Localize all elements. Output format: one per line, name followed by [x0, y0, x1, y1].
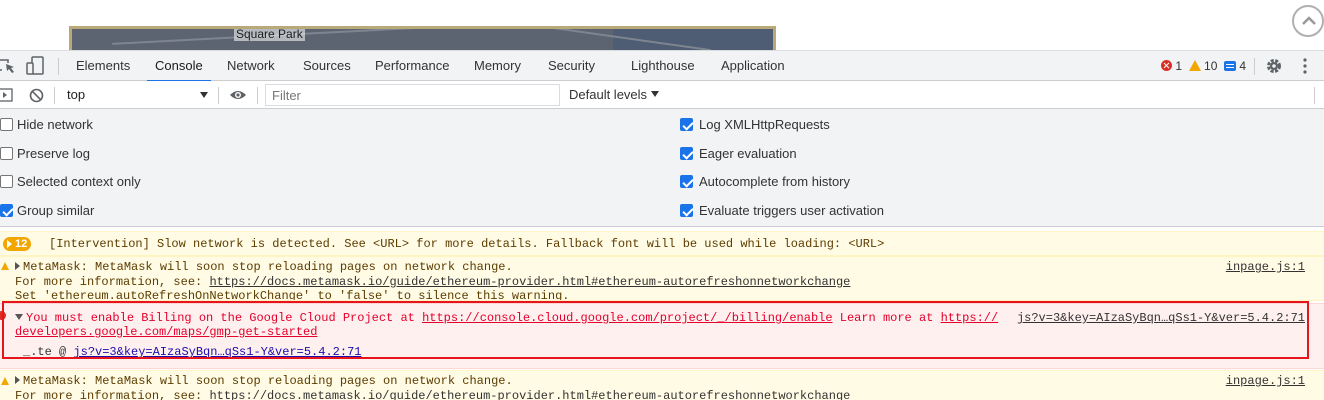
learn-more-link[interactable]: https://: [941, 311, 999, 325]
expand-triangle-icon[interactable]: [15, 376, 20, 384]
console-message-warning[interactable]: MetaMask: MetaMask will soon stop reload…: [0, 370, 1324, 400]
error-icon: [1161, 60, 1172, 71]
sidebar-toggle-icon[interactable]: [0, 88, 14, 102]
source-link[interactable]: inpage.js:1: [1226, 260, 1305, 274]
divider: [1314, 87, 1315, 104]
message-line-middle: Learn more at: [832, 311, 941, 325]
error-icon: [0, 311, 6, 320]
tab-network[interactable]: Network: [227, 51, 275, 81]
evaluate-triggers-checkbox[interactable]: [680, 204, 693, 217]
page-viewport: Square Park: [0, 0, 1324, 50]
context-select[interactable]: top: [67, 81, 212, 109]
preserve-log-checkbox[interactable]: [0, 147, 13, 160]
warning-icon: [1, 262, 9, 270]
message-text: [Intervention] Slow network is detected.…: [49, 237, 885, 251]
scroll-to-top-button[interactable]: [1292, 5, 1324, 37]
device-toolbar-icon[interactable]: [24, 56, 46, 76]
message-line: developers.google.com/maps/gmp-get-start…: [15, 325, 317, 339]
divider: [58, 58, 59, 75]
autocomplete-from-history-label: Autocomplete from history: [699, 174, 851, 189]
context-select-value: top: [67, 87, 86, 102]
info-count: 4: [1239, 59, 1247, 73]
divider: [218, 87, 219, 104]
issue-counters[interactable]: 1 10 4: [1161, 51, 1246, 81]
log-levels-dropdown[interactable]: Default levels: [569, 81, 659, 109]
tab-performance[interactable]: Performance: [375, 51, 449, 81]
eye-icon[interactable]: [229, 89, 247, 101]
tab-console[interactable]: Console: [147, 51, 211, 82]
group-similar-label: Group similar: [17, 203, 95, 218]
hide-network-label: Hide network: [17, 117, 93, 132]
tab-lighthouse[interactable]: Lighthouse: [631, 51, 695, 81]
console-settings-pane: Hide network Preserve log Selected conte…: [0, 109, 1324, 227]
divider: [1254, 58, 1255, 75]
hide-network-checkbox[interactable]: [0, 118, 13, 131]
warning-icon: [1, 377, 9, 385]
console-message-intervention[interactable]: 12 [Intervention] Slow network is detect…: [0, 231, 1324, 256]
log-xmlhttprequests-label: Log XMLHttpRequests: [699, 117, 830, 132]
tab-sources[interactable]: Sources: [303, 51, 351, 81]
group-similar-checkbox[interactable]: [0, 204, 13, 217]
message-text[interactable]: MetaMask: MetaMask will soon stop reload…: [15, 260, 513, 274]
console-message-warning[interactable]: MetaMask: MetaMask will soon stop reload…: [0, 256, 1324, 301]
divider: [257, 87, 258, 104]
info-icon: [1224, 61, 1237, 71]
tab-memory[interactable]: Memory: [474, 51, 521, 81]
message-line: MetaMask: MetaMask will soon stop reload…: [23, 374, 513, 388]
selected-context-only-label: Selected context only: [17, 174, 141, 189]
console-message-error[interactable]: You must enable Billing on the Google Cl…: [0, 303, 1324, 369]
message-line: MetaMask: MetaMask will soon stop reload…: [23, 260, 513, 274]
map-label: Square Park: [234, 27, 305, 41]
warning-icon: [1188, 60, 1201, 71]
message-line: Set 'ethereum.autoRefreshOnNetworkChange…: [15, 289, 570, 300]
map-embed[interactable]: Square Park: [69, 26, 776, 50]
message-line: For more information, see: https://docs.…: [15, 275, 850, 289]
warning-count: 10: [1204, 59, 1218, 73]
chevron-down-icon: [200, 92, 208, 98]
clear-console-icon[interactable]: [29, 88, 44, 103]
docs-link[interactable]: https://docs.metamask.io/guide/ethereum-…: [209, 389, 850, 400]
eager-evaluation-label: Eager evaluation: [699, 146, 797, 161]
message-line-prefix: For more information, see:: [15, 389, 210, 400]
more-options-icon[interactable]: [1300, 56, 1310, 76]
collapse-triangle-icon[interactable]: [15, 314, 23, 320]
expand-triangle-icon[interactable]: [15, 262, 20, 270]
console-messages[interactable]: 12 [Intervention] Slow network is detect…: [0, 227, 1324, 400]
billing-link[interactable]: https://console.cloud.google.com/project…: [422, 311, 832, 325]
log-levels-label: Default levels: [569, 87, 648, 102]
gear-icon[interactable]: [1265, 56, 1283, 76]
docs-link[interactable]: https://docs.metamask.io/guide/ethereum-…: [209, 275, 850, 289]
chevron-up-icon: [1302, 16, 1316, 25]
tab-application[interactable]: Application: [721, 51, 785, 81]
tab-security[interactable]: Security: [548, 51, 595, 81]
inspect-element-icon[interactable]: [0, 56, 16, 76]
error-count: 1: [1175, 59, 1183, 73]
repeat-count-badge: 12: [3, 237, 32, 251]
stack-function: _.te @: [23, 345, 74, 359]
message-text[interactable]: You must enable Billing on the Google Cl…: [15, 311, 998, 325]
message-line: For more information, see: https://docs.…: [15, 389, 850, 400]
preserve-log-label: Preserve log: [17, 146, 90, 161]
learn-more-link-continued[interactable]: developers.google.com/maps/gmp-get-start…: [15, 325, 317, 339]
selected-context-only-checkbox[interactable]: [0, 175, 13, 188]
message-line-prefix: You must enable Billing on the Google Cl…: [26, 311, 423, 325]
source-link[interactable]: inpage.js:1: [1226, 374, 1305, 388]
filter-input[interactable]: [265, 84, 560, 106]
autocomplete-from-history-checkbox[interactable]: [680, 175, 693, 188]
evaluate-triggers-label: Evaluate triggers user activation: [699, 203, 884, 218]
divider: [54, 87, 55, 104]
stack-source-link[interactable]: js?v=3&key=AIzaSyBqn…qSs1-Y&ver=5.4.2:71: [73, 345, 361, 359]
chevron-down-icon: [650, 91, 659, 97]
message-text[interactable]: MetaMask: MetaMask will soon stop reload…: [15, 374, 513, 388]
source-link[interactable]: js?v=3&key=AIzaSyBqn…qSs1-Y&ver=5.4.2:71: [1017, 311, 1305, 325]
stack-trace-line: _.te @ js?v=3&key=AIzaSyBqn…qSs1-Y&ver=5…: [23, 345, 361, 359]
eager-evaluation-checkbox[interactable]: [680, 147, 693, 160]
log-xmlhttprequests-checkbox[interactable]: [680, 118, 693, 131]
console-filterbar: top Default levels: [0, 81, 1324, 109]
devtools-tabbar: Elements Console Network Sources Perform…: [0, 50, 1324, 82]
tab-elements[interactable]: Elements: [76, 51, 130, 81]
message-line-prefix: For more information, see:: [15, 275, 210, 289]
